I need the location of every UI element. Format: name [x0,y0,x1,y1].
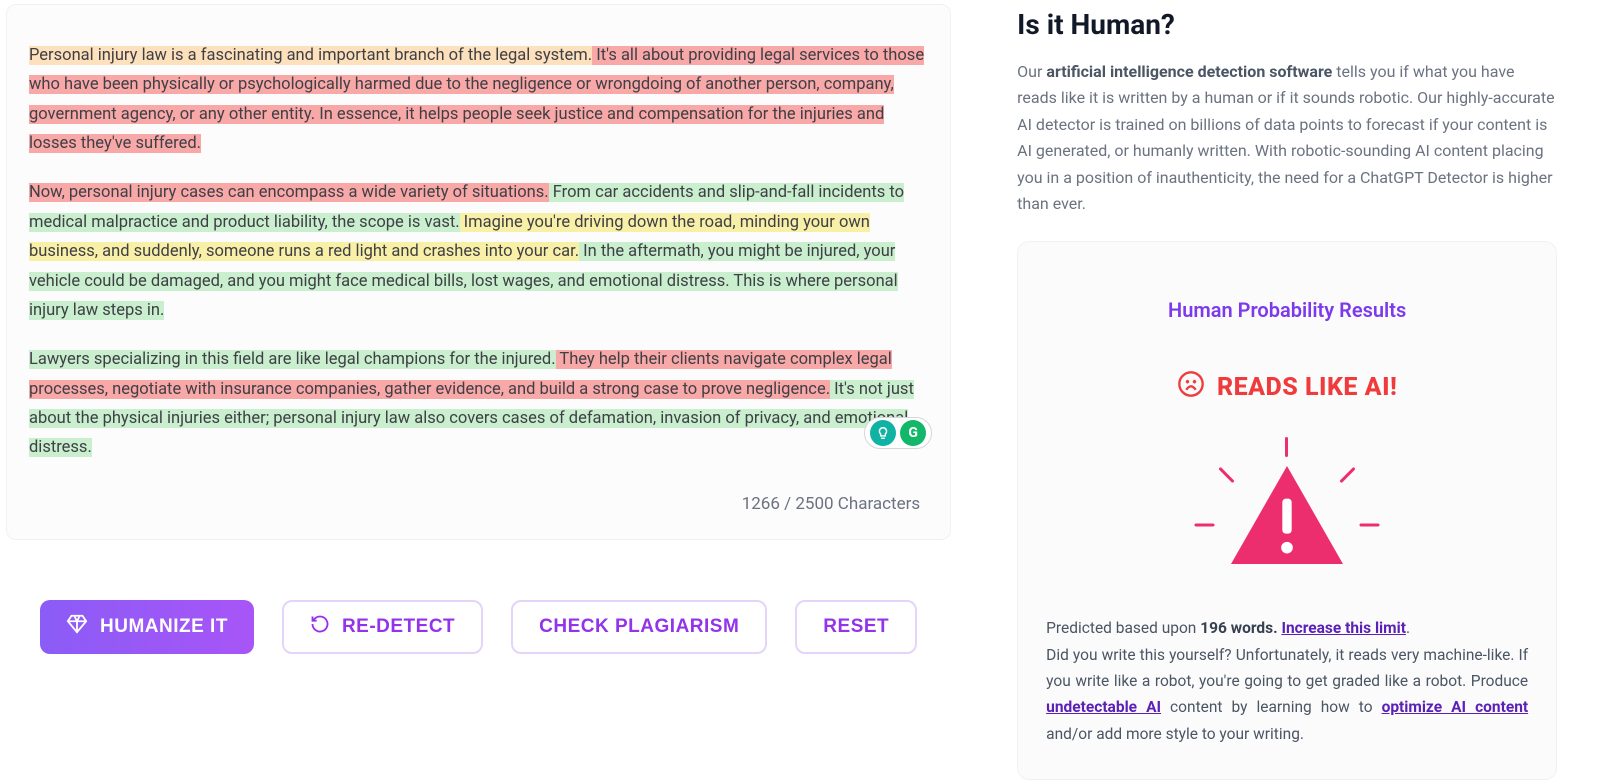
ray-icon [1360,524,1380,527]
prediction-text: Predicted based upon 196 words. Increase… [1046,615,1528,747]
paragraph-1: Personal injury law is a fascinating and… [29,41,928,158]
action-buttons-row: HUMANIZE IT RE-DETECT CHECK PLAGIARISM R… [0,540,957,654]
refresh-icon [310,614,330,640]
undetectable-ai-link[interactable]: undetectable AI [1046,698,1161,716]
ray-icon [1195,524,1215,527]
sentence: Lawyers specializing in this field are l… [29,350,556,369]
lightbulb-icon[interactable] [870,420,896,446]
humanize-button[interactable]: HUMANIZE IT [40,600,254,654]
button-label: RE-DETECT [342,616,455,638]
reset-button[interactable]: RESET [795,600,917,654]
results-title: Human Probability Results [1046,298,1528,322]
paragraph-3: Lawyers specializing in this field are l… [29,345,928,462]
increase-limit-link[interactable]: Increase this limit [1281,619,1406,637]
sentence: Now, personal injury cases can encompass… [29,183,549,202]
redetect-button[interactable]: RE-DETECT [282,600,483,654]
check-plagiarism-button[interactable]: CHECK PLAGIARISM [511,600,767,654]
warning-graphic [1217,445,1357,585]
section-description: Our artificial intelligence detection so… [1017,59,1557,217]
right-column: Is it Human? Our artificial intelligence… [1017,0,1557,704]
sad-face-icon [1177,370,1205,405]
paragraph-2: Now, personal injury cases can encompass… [29,178,928,325]
verdict-line: READS LIKE AI! [1046,370,1528,405]
diamond-icon [66,613,88,641]
grammarly-icon[interactable]: G [900,420,926,446]
button-label: RESET [823,616,889,638]
text-editor[interactable]: Personal injury law is a fascinating and… [6,4,951,540]
section-heading: Is it Human? [1017,8,1557,41]
character-counter: 1266 / 2500 Characters [742,489,920,519]
extension-badges[interactable]: G [864,417,932,449]
button-label: HUMANIZE IT [100,616,228,638]
left-column: Personal injury law is a fascinating and… [0,0,957,704]
ray-icon [1285,437,1288,457]
sentence: Personal injury law is a fascinating and… [29,46,592,65]
results-card: Human Probability Results READS LIKE AI! [1017,241,1557,780]
verdict-text: READS LIKE AI! [1217,373,1397,402]
warning-triangle-icon [1217,445,1357,585]
optimize-ai-link[interactable]: optimize AI content [1382,698,1529,716]
button-label: CHECK PLAGIARISM [539,616,739,638]
